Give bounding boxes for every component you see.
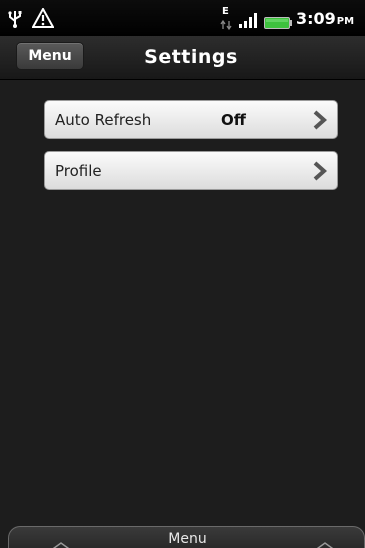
chevron-right-icon — [313, 161, 328, 185]
bottom-menu-bar[interactable]: Menu — [8, 526, 365, 548]
menu-button[interactable]: Menu — [16, 42, 84, 70]
profile-row[interactable]: Profile — [44, 151, 338, 190]
status-bar: E 3:09PM — [0, 0, 365, 36]
signal-icon — [238, 12, 260, 32]
profile-label: Profile — [55, 162, 102, 180]
auto-refresh-row[interactable]: Auto Refresh Off — [44, 100, 338, 139]
bottom-menu-label: Menu — [168, 531, 207, 547]
clock-time: 3:09 — [296, 9, 336, 28]
page-title: Settings — [144, 46, 238, 68]
auto-refresh-value: Off — [221, 111, 246, 129]
settings-screen: E 3:09PM Menu Settings Auto Refresh Off … — [0, 0, 365, 548]
edge-data-icon: E — [220, 4, 234, 36]
warning-icon — [31, 6, 55, 32]
title-bar: Menu Settings — [0, 36, 365, 80]
usb-icon — [6, 9, 24, 33]
auto-refresh-label: Auto Refresh — [55, 111, 152, 129]
battery-icon — [264, 14, 292, 33]
chevron-right-icon — [313, 110, 328, 134]
clock: 3:09PM — [296, 9, 354, 28]
network-type-label: E — [222, 6, 229, 17]
clock-ampm: PM — [336, 16, 355, 27]
triangle-up-icon — [313, 537, 337, 548]
